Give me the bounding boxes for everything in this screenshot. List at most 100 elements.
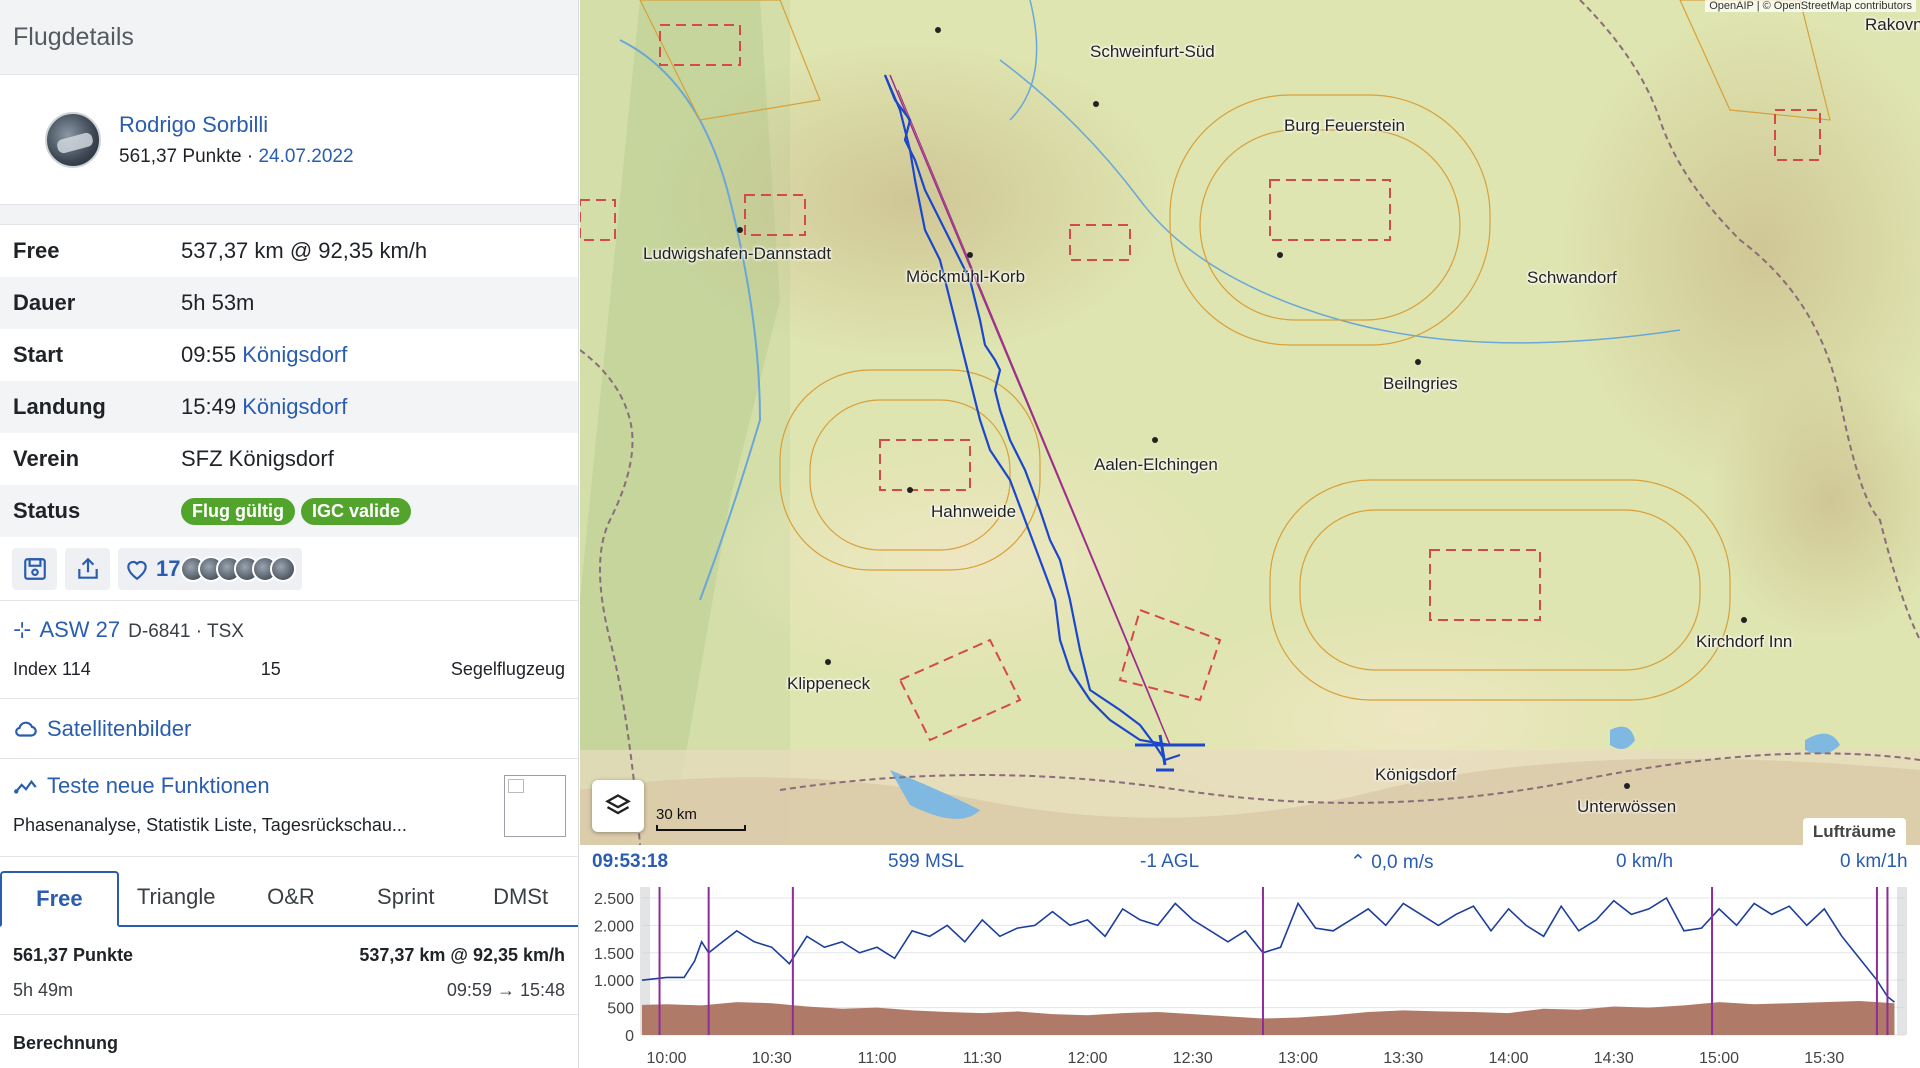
- x-tick-label: 11:00: [858, 1050, 897, 1067]
- place-label: Beilngries: [1383, 374, 1458, 393]
- detail-row-free: Free 537,37 km @ 92,35 km/h: [0, 225, 578, 277]
- readout-vario: ⌃ 0,0 m/s: [1350, 851, 1434, 874]
- status-badge-igc: IGC valide: [300, 498, 411, 525]
- readout-wind: 0 km/1h: [1840, 851, 1908, 872]
- barogram-chart[interactable]: 2.500 2.000 1.500 1.000 500 0 10:00 10:30 11:00 1…: [580, 877, 1920, 1068]
- pilot-avatar[interactable]: [45, 111, 101, 168]
- x-tick-label: 13:00: [1278, 1050, 1318, 1067]
- scoring-result: 561,37 Punkte 537,37 km @ 92,35 km/h 5h 4…: [0, 927, 578, 1015]
- flight-map[interactable]: OpenAIP | © OpenStreetMap contributors R…: [580, 0, 1920, 845]
- place-label: Kirchdorf Inn: [1696, 632, 1793, 651]
- detail-row-club: Verein SFZ Königsdorf: [0, 433, 578, 485]
- y-tick-label: 2.000: [594, 918, 634, 935]
- detail-row-landing: Landung 15:49 Königsdorf: [0, 381, 578, 433]
- glider-icon: ⊹: [13, 617, 32, 642]
- new-features-card[interactable]: Teste neue Funktionen Phasenanalyse, Sta…: [0, 759, 578, 857]
- like-count: 17: [156, 555, 181, 581]
- detail-key: Status: [13, 498, 81, 523]
- place-dot: [1624, 783, 1630, 789]
- detail-key: Dauer: [13, 290, 76, 315]
- detail-key: Free: [13, 238, 60, 263]
- layer-switcher-button[interactable]: [592, 780, 644, 832]
- share-icon: [77, 557, 98, 579]
- details-table: Free 537,37 km @ 92,35 km/h Dauer 5h 53m S…: [0, 225, 578, 537]
- x-tick-label: 10:30: [752, 1050, 792, 1067]
- x-tick-label: 15:30: [1804, 1050, 1844, 1067]
- vario-arrow-icon: ⌃: [1350, 852, 1372, 873]
- place-label: Unterwössen: [1577, 797, 1677, 816]
- new-features-desc: Phasenanalyse, Statistik Liste, Tagesrüc…: [13, 815, 407, 835]
- tab-triangle[interactable]: Triangle: [119, 869, 234, 925]
- place-dot: [737, 227, 743, 233]
- detail-value: 537,37 km @ 92,35 km/h: [181, 238, 428, 263]
- detail-key: Verein: [13, 446, 80, 471]
- like-button[interactable]: 17: [118, 547, 303, 590]
- aircraft-category: Segelflugzeug: [450, 659, 565, 679]
- vario-value: 0,0 m/s: [1371, 852, 1434, 873]
- pilot-name-link[interactable]: Rodrigo Sorbilli: [119, 112, 354, 138]
- satellite-images-link[interactable]: Satellitenbilder: [0, 699, 578, 759]
- share-button[interactable]: [65, 547, 110, 590]
- x-tick-label: 12:30: [1173, 1050, 1213, 1067]
- terrain: [700, 440, 1220, 680]
- place-label: Schwandorf: [1527, 268, 1617, 287]
- y-tick-label: 1.000: [594, 973, 634, 990]
- tab-out-return[interactable]: O&R: [234, 869, 349, 925]
- start-place-link[interactable]: Königsdorf: [242, 342, 347, 367]
- calculation-label: Berechnung: [13, 1033, 119, 1053]
- separator: ·: [241, 145, 259, 167]
- y-tick-label: 1.500: [594, 946, 634, 963]
- x-tick-label: 14:30: [1594, 1050, 1634, 1067]
- detail-key: Start: [13, 342, 64, 367]
- x-tick-label: 15:00: [1699, 1050, 1739, 1067]
- aircraft-type-link[interactable]: ASW 27: [39, 617, 120, 643]
- layers-icon: [605, 794, 631, 815]
- result-times: 09:59 → 15:48: [446, 980, 565, 1000]
- terrain-area: [642, 1001, 1895, 1035]
- flight-details-panel: Flugdetails Rodrigo Sorbilli 561,37 Punk…: [0, 0, 579, 1068]
- liker-avatar: [270, 555, 297, 582]
- place-dot: [825, 659, 831, 665]
- tab-free[interactable]: Free: [0, 871, 119, 927]
- status-badge-valid: Flug gültig: [181, 498, 295, 525]
- terrain: [650, 40, 1170, 360]
- barogram-readout: 09:53:18 599 MSL -1 AGL ⌃ 0,0 m/s 0 km/h…: [580, 845, 1920, 877]
- map-canvas: [580, 0, 1920, 845]
- flight-date-link[interactable]: 24.07.2022: [258, 146, 353, 167]
- scoring-tabs: Free Triangle O&R Sprint DMSt: [0, 857, 578, 927]
- place-label: Klippeneck: [787, 674, 871, 693]
- place-label: Aalen-Elchingen: [1094, 455, 1218, 474]
- aircraft-registration: D-6841 · TSX: [128, 621, 244, 642]
- map-attribution[interactable]: OpenAIP | © OpenStreetMap contributors: [1705, 0, 1916, 12]
- club-link[interactable]: SFZ Königsdorf: [181, 446, 334, 472]
- altitude-line: [641, 896, 1895, 1003]
- y-tick-label: 500: [607, 1001, 634, 1018]
- pilot-points: 561,37 Punkte · 24.07.2022: [119, 146, 354, 168]
- tab-sprint[interactable]: Sprint: [348, 869, 463, 925]
- heart-icon: [127, 560, 147, 580]
- landing-place-link[interactable]: Königsdorf: [242, 394, 347, 419]
- detail-value: 5h 53m: [181, 290, 255, 315]
- x-tick-label: 11:30: [963, 1050, 1002, 1067]
- result-duration: 5h 49m: [13, 980, 74, 1000]
- barogram[interactable]: 09:53:18 599 MSL -1 AGL ⌃ 0,0 m/s 0 km/h…: [580, 845, 1920, 1068]
- result-points: 561,37 Punkte: [13, 945, 134, 965]
- x-tick-label: 10:00: [647, 1050, 687, 1067]
- tab-dmst[interactable]: DMSt: [463, 869, 578, 925]
- readout-msl: 599 MSL: [888, 851, 965, 872]
- aircraft-info: ⊹ ASW 27 D-6841 · TSX Index 114 15 Segel…: [0, 601, 578, 699]
- aircraft-index: Index 114: [13, 659, 91, 679]
- download-button[interactable]: [12, 547, 57, 590]
- place-label: Hahnweide: [931, 502, 1017, 521]
- map-scale: 30 km: [656, 806, 746, 831]
- broken-image-icon: [504, 775, 566, 837]
- place-label: Rakovni: [1865, 15, 1920, 34]
- panel-title: Flugdetails: [0, 0, 578, 75]
- cloud-icon: [15, 721, 37, 737]
- readout-agl: -1 AGL: [1140, 851, 1200, 872]
- place-dot: [1152, 437, 1158, 443]
- y-tick-label: 0: [625, 1028, 634, 1045]
- landing-time: 15:49: [181, 394, 237, 419]
- airspace-tab[interactable]: Lufträume: [1802, 818, 1906, 845]
- x-tick-label: 14:00: [1489, 1050, 1529, 1067]
